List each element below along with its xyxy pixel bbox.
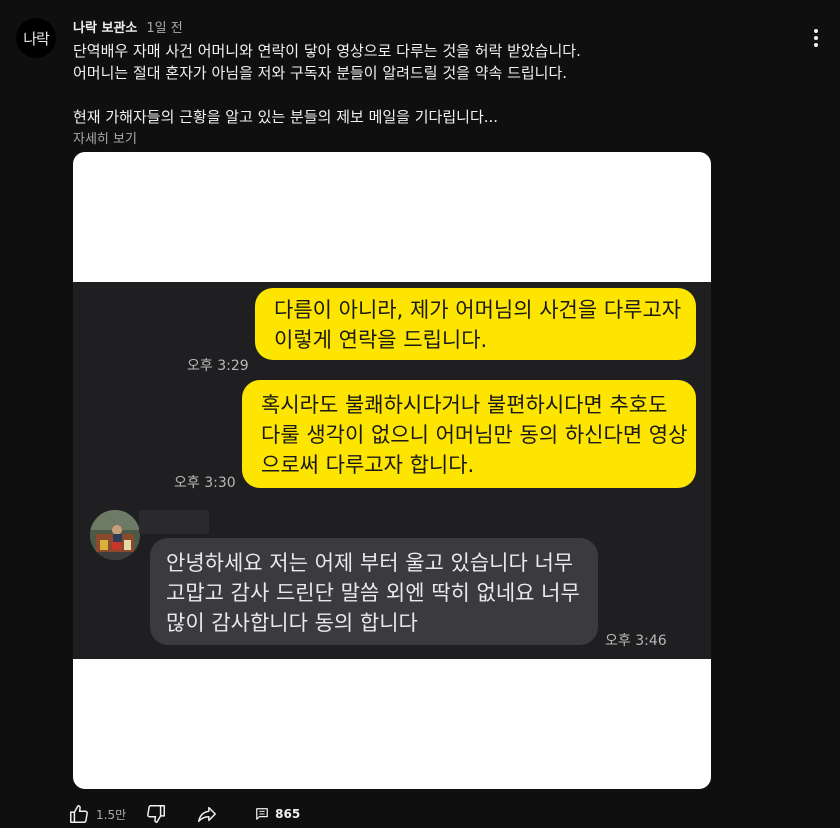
- sender-photo-icon: [90, 510, 140, 560]
- action-bar: 1.5만 865: [68, 800, 300, 828]
- channel-avatar[interactable]: 나락: [16, 18, 56, 58]
- message-time: 오후 3:29: [187, 358, 249, 374]
- bubble-line: 다룰 생각이 없으니 어머님만 동의 하신다면 영상: [261, 423, 688, 447]
- bubble-line: 안녕하세요 저는 어제 부터 울고 있습니다 너무: [166, 551, 574, 575]
- channel-name[interactable]: 나락 보관소: [73, 17, 137, 36]
- post-text-line: 단역배우 자매 사건 어머니와 연락이 닿아 영상으로 다루는 것을 허락 받았…: [73, 42, 581, 60]
- post-time[interactable]: 1일 전: [146, 17, 182, 36]
- message-time: 오후 3:30: [174, 475, 236, 491]
- thumb-up-icon: [70, 805, 88, 823]
- chat-bubble-sent: 혹시라도 불쾌하시다거나 불편하시다면 추호도 다룰 생각이 없으니 어머님만 …: [242, 380, 696, 488]
- comment-icon: [256, 808, 268, 820]
- sender-avatar: [90, 510, 140, 560]
- post-image[interactable]: 다름이 아니라, 제가 어머님의 사건을 다루고자 이렇게 연락을 드립니다. …: [73, 152, 711, 789]
- post-text-line: 현재 가해자들의 근황을 알고 있는 분들의 제보 메일을 기다립니다...: [73, 108, 499, 126]
- message-time: 오후 3:46: [605, 633, 667, 649]
- share-icon: [198, 806, 217, 823]
- chat-screenshot: 다름이 아니라, 제가 어머님의 사건을 다루고자 이렇게 연락을 드립니다. …: [73, 282, 711, 659]
- bubble-line: 혹시라도 불쾌하시다거나 불편하시다면 추호도: [261, 393, 668, 417]
- comments-button[interactable]: 865: [255, 807, 300, 821]
- bubble-line: 고맙고 감사 드린단 말씀 외엔 딱히 없네요 너무: [166, 581, 580, 605]
- share-button[interactable]: [195, 803, 219, 825]
- post-header: 나락 보관소 1일 전: [73, 17, 183, 36]
- bubble-line: 이렇게 연락을 드립니다.: [274, 328, 488, 352]
- post-text: 단역배우 자매 사건 어머니와 연락이 닿아 영상으로 다루는 것을 허락 받았…: [73, 40, 793, 128]
- more-options-button[interactable]: [806, 24, 826, 52]
- like-button[interactable]: 1.5만: [68, 803, 126, 825]
- sender-name-redacted: [139, 510, 209, 534]
- chat-bubble-received: 안녕하세요 저는 어제 부터 울고 있습니다 너무 고맙고 감사 드린단 말씀 …: [150, 538, 598, 645]
- bubble-line: 다름이 아니라, 제가 어머님의 사건을 다루고자: [274, 298, 682, 322]
- post-text-line: [73, 84, 793, 106]
- bubble-line: 으로써 다루고자 합니다.: [261, 453, 475, 477]
- post-text-line: 어머니는 절대 혼자가 아님을 저와 구독자 분들이 알려드릴 것을 약속 드립…: [73, 64, 568, 82]
- read-more-link[interactable]: 자세히 보기: [73, 128, 137, 147]
- dislike-button[interactable]: [145, 803, 167, 825]
- like-count: 1.5만: [96, 807, 127, 822]
- thumb-down-icon: [147, 805, 166, 823]
- more-vert-icon: [814, 29, 818, 33]
- bubble-line: 많이 감사합니다 동의 합니다: [166, 611, 418, 635]
- comment-count: 865: [275, 807, 301, 821]
- chat-bubble-sent: 다름이 아니라, 제가 어머님의 사건을 다루고자 이렇게 연락을 드립니다.: [255, 288, 696, 360]
- avatar-text: 나락: [23, 29, 50, 48]
- community-post: 나락 나락 보관소 1일 전 단역배우 자매 사건 어머니와 연락이 닿아 영상…: [0, 0, 840, 828]
